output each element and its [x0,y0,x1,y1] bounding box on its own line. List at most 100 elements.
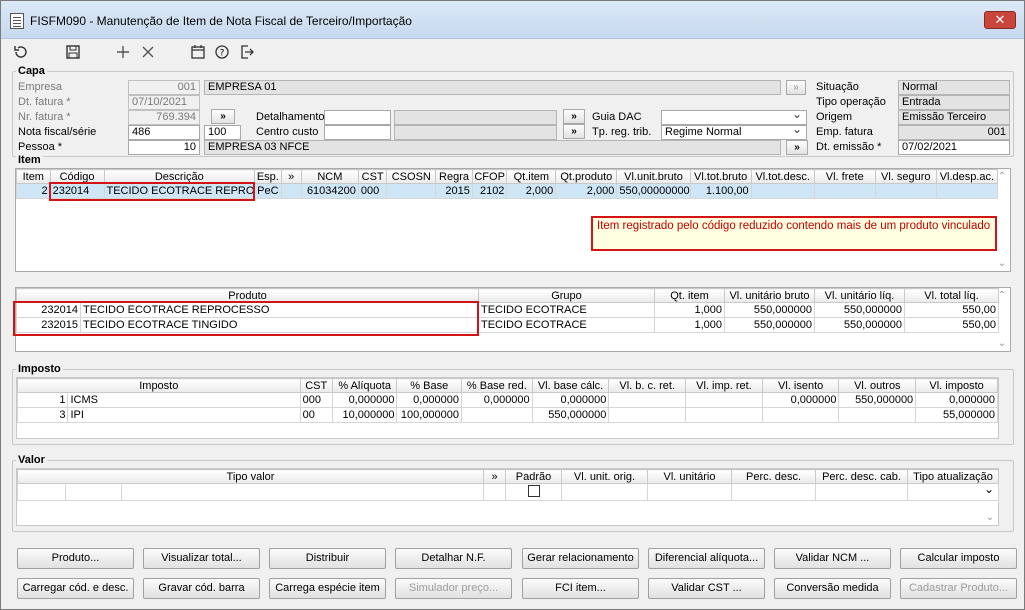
imposto-cell-outros[interactable] [838,407,917,423]
imposto-cell-aliq[interactable]: 10,000000 [331,407,398,423]
item-cell-esp[interactable]: PeC [254,183,282,199]
col-vl-imposto[interactable]: Vl. imposto [915,378,998,393]
produto-cell-grupo[interactable]: TECIDO ECOTRACE [478,302,655,318]
col-vl-tot-bruto[interactable]: Vl.tot.bruto [689,169,752,184]
centro-custo-more-button[interactable]: » [563,124,585,139]
valor-cell[interactable] [483,483,506,501]
col-cst[interactable]: CST [357,169,388,184]
produto-cell-liq[interactable]: 550,000000 [814,302,905,318]
conversao-medida-button[interactable]: Conversão medida [774,578,891,599]
col-vl-frete[interactable]: Vl. frete [813,169,876,184]
col-vl-total-liq[interactable]: Vl. total líq. [904,288,999,303]
item-cell-vl-tot-desc[interactable] [750,183,815,199]
imposto-cell-vl-base[interactable]: 0,000000 [531,392,610,408]
col-vl-desp-ac[interactable]: Vl.desp.ac. [935,169,999,184]
detalhamento-more-button[interactable]: » [563,109,585,124]
item-cell-vl-desp[interactable] [935,183,999,199]
col-vl-outros[interactable]: Vl. outros [838,378,917,393]
col-vl-unitario[interactable]: Vl. unitário [647,469,732,484]
scroll-up-icon[interactable]: ⌃ [996,171,1008,182]
item-cell-regra[interactable]: 2015 [435,183,473,199]
cadastrar-produto-button[interactable]: Cadastrar Produto... [900,578,1017,599]
valor-cell[interactable] [815,483,908,501]
produto-cell-total[interactable]: 550,00 [904,317,999,333]
detalhamento-name-field[interactable] [394,110,557,125]
produto-cell-grupo[interactable]: TECIDO ECOTRACE [478,317,655,333]
simulador-preco-button[interactable]: Simulador preço... [395,578,512,599]
valor-cell[interactable] [647,483,732,501]
imposto-cell-cst[interactable]: 00 [299,407,333,423]
scroll-down-icon[interactable]: ⌄ [984,512,996,523]
pessoa-name-field[interactable]: EMPRESA 03 NFCE [204,140,781,155]
imposto-cell-nome[interactable]: IPI [67,407,301,423]
pessoa-more-button[interactable]: » [786,140,808,155]
item-cell-cst[interactable]: 000 [357,183,388,199]
visualizar-total-button[interactable]: Visualizar total... [143,548,260,569]
help-icon[interactable]: ? [212,42,232,62]
empresa-lookup-button[interactable]: » [786,80,806,95]
item-cell-vl-frete[interactable] [813,183,876,199]
produto-cell-qt[interactable]: 1,000 [654,317,725,333]
valor-cell[interactable] [65,483,122,501]
imposto-row[interactable]: 1 ICMS 000 0,000000 0,000000 0,000000 0,000000… [16,392,998,408]
valor-row[interactable]: ⌄ [17,483,999,501]
diferencial-aliquota-button[interactable]: Diferencial alíquota... [648,548,765,569]
item-cell-vl-unit-bruto[interactable]: 550,00000000 [616,183,691,199]
produto-cell-qt[interactable]: 1,000 [654,302,725,318]
col-perc-desc-cab[interactable]: Perc. desc. cab. [815,469,908,484]
col-vl-unit-bruto[interactable]: Vl.unit.bruto [616,169,691,184]
valor-cell[interactable] [731,483,816,501]
col-vl-seguro[interactable]: Vl. seguro [874,169,937,184]
produto-cell-bruto[interactable]: 550,000000 [724,317,815,333]
imposto-cell-cst[interactable]: 000 [299,392,333,408]
col-aliquota[interactable]: % Alíquota [331,378,398,393]
calendar-icon[interactable] [188,42,208,62]
distribuir-button[interactable]: Distribuir [269,548,386,569]
carrega-especie-item-button[interactable]: Carrega espécie item [269,578,386,599]
empresa-name-field[interactable]: EMPRESA 01 [204,80,781,95]
imposto-cell-isento[interactable] [761,407,840,423]
col-imposto[interactable]: Imposto [17,378,301,393]
imposto-cell-bc-ret[interactable] [608,392,687,408]
imposto-cell-vl-base[interactable]: 550,000000 [531,407,610,423]
imposto-cell-base[interactable]: 100,000000 [396,407,463,423]
imposto-cell-outros[interactable]: 550,000000 [838,392,917,408]
imposto-cell-base[interactable]: 0,000000 [396,392,463,408]
refresh-icon[interactable] [11,42,31,62]
col-regra[interactable]: Regra [435,169,473,184]
gravar-cod-barra-button[interactable]: Gravar cód. barra [143,578,260,599]
item-cell-qt-item[interactable]: 2,000 [506,183,557,199]
nr-fatura-more-button[interactable]: » [211,109,235,124]
col-tipo-atualizacao[interactable]: Tipo atualização [907,469,999,484]
col-vl-imp-ret[interactable]: Vl. imp. ret. [685,378,763,393]
item-cell-more[interactable] [280,183,302,199]
imposto-cell-imposto[interactable]: 0,000000 [915,392,998,408]
padrao-checkbox[interactable] [527,485,540,497]
produto-button[interactable]: Produto... [17,548,134,569]
col-more[interactable]: » [280,169,302,184]
item-cell-item[interactable]: 2 [16,183,51,199]
imposto-cell-base-red[interactable]: 0,000000 [461,392,533,408]
centro-custo-code-field[interactable] [324,125,391,140]
produto-cell-bruto[interactable]: 550,000000 [724,302,815,318]
col-grupo[interactable]: Grupo [478,288,655,303]
col-cst[interactable]: CST [299,378,333,393]
fci-item-button[interactable]: FCI item... [522,578,639,599]
scroll-up-icon[interactable]: ⌃ [996,290,1008,301]
imposto-cell-n[interactable]: 1 [16,392,69,408]
col-padrao[interactable]: Padrão [505,469,562,484]
col-vl-base-calc[interactable]: Vl. base cálc. [531,378,610,393]
imposto-cell-imp-ret[interactable] [685,392,763,408]
validar-ncm-button[interactable]: Validar NCM ... [774,548,891,569]
valor-cell[interactable] [121,483,484,501]
calcular-imposto-button[interactable]: Calcular imposto [900,548,1017,569]
carregar-cod-e-desc-button[interactable]: Carregar cód. e desc. [17,578,134,599]
imposto-cell-base-red[interactable] [461,407,533,423]
nr-fatura-field[interactable]: 769.394 [128,110,200,125]
exit-icon[interactable] [237,42,257,62]
serie-field[interactable]: 100 [204,125,241,140]
col-more[interactable]: » [483,469,506,484]
col-vl-unit-orig[interactable]: Vl. unit. orig. [561,469,648,484]
valor-cell[interactable] [17,483,66,501]
add-icon[interactable] [113,42,133,62]
